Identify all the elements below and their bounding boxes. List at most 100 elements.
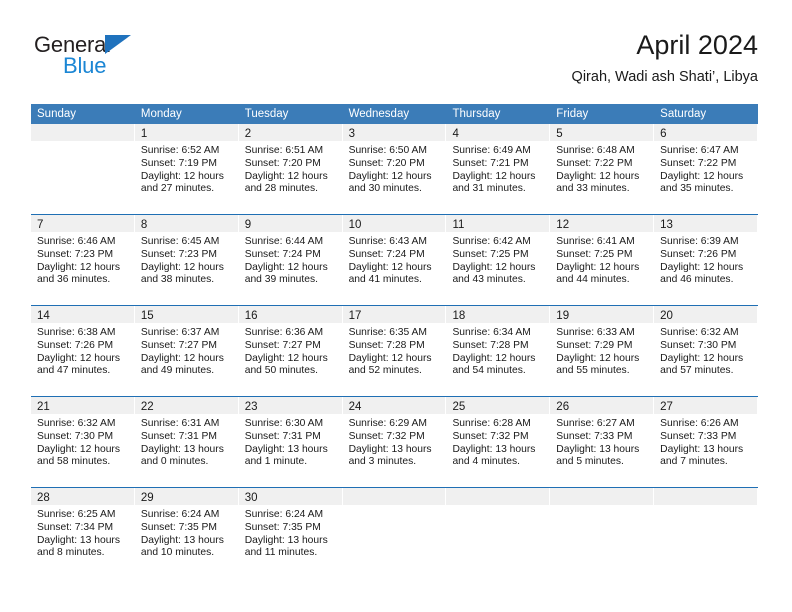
page-subtitle: Qirah, Wadi ash Shati’, Libya xyxy=(571,69,758,85)
day-cell-empty[interactable] xyxy=(31,124,135,214)
page-header: General Blue April 2024 Qirah, Wadi ash … xyxy=(34,28,758,96)
day-number-band: 23 xyxy=(238,397,343,414)
day-number-band xyxy=(550,488,655,505)
day-detail-line: and 4 minutes. xyxy=(452,456,520,468)
day-number: 18 xyxy=(452,310,466,322)
day-detail-line: Sunset: 7:27 PM xyxy=(244,339,321,351)
day-detail-line: and 36 minutes. xyxy=(37,274,111,286)
day-number-band: 18 xyxy=(446,306,551,323)
day-detail-line: Sunset: 7:26 PM xyxy=(660,248,737,260)
day-detail-line: Sunrise: 6:52 AM xyxy=(140,145,220,156)
day-cell-19[interactable]: 19 Sunrise: 6:33 AM Sunset: 7:29 PM Dayligh… xyxy=(550,306,655,396)
day-detail-line: and 57 minutes. xyxy=(660,365,734,377)
day-detail-line: Sunset: 7:33 PM xyxy=(556,430,633,442)
day-detail-line: and 0 minutes. xyxy=(140,456,209,468)
day-number-band: 3 xyxy=(342,124,447,141)
day-detail-line: Sunset: 7:20 PM xyxy=(244,157,321,169)
day-number-band: 12 xyxy=(550,215,655,232)
day-detail-line: Sunset: 7:31 PM xyxy=(140,430,217,442)
day-cell-29[interactable]: 29 Sunrise: 6:24 AM Sunset: 7:35 PM Dayligh… xyxy=(134,488,239,578)
day-cell-empty[interactable] xyxy=(654,488,759,578)
day-cell-empty[interactable] xyxy=(342,488,447,578)
day-cell-22[interactable]: 22 Sunrise: 6:31 AM Sunset: 7:31 PM Dayligh… xyxy=(134,397,239,487)
day-details: Sunrise: 6:47 AM Sunset: 7:22 PM Daylight:… xyxy=(654,141,758,196)
day-detail-line: and 1 minute. xyxy=(244,456,308,468)
day-cell-23[interactable]: 23 Sunrise: 6:30 AM Sunset: 7:31 PM Dayligh… xyxy=(238,397,343,487)
day-detail-line: Daylight: 12 hours xyxy=(452,170,536,182)
day-cell-13[interactable]: 13 Sunrise: 6:39 AM Sunset: 7:26 PM Dayligh… xyxy=(654,215,759,305)
day-detail-line: Daylight: 12 hours xyxy=(452,261,536,273)
weekday-header-saturday: Saturday xyxy=(660,108,707,120)
day-cell-11[interactable]: 11 Sunrise: 6:42 AM Sunset: 7:25 PM Dayligh… xyxy=(446,215,551,305)
day-detail-line: Sunset: 7:23 PM xyxy=(37,248,114,260)
title-block: April 2024 Qirah, Wadi ash Shati’, Libya xyxy=(572,28,758,88)
day-cell-24[interactable]: 24 Sunrise: 6:29 AM Sunset: 7:32 PM Dayligh… xyxy=(342,397,447,487)
logo-triangle-icon xyxy=(105,35,131,54)
day-cell-empty[interactable] xyxy=(446,488,551,578)
day-cell-15[interactable]: 15 Sunrise: 6:37 AM Sunset: 7:27 PM Dayligh… xyxy=(134,306,239,396)
day-cell-8[interactable]: 8 Sunrise: 6:45 AM Sunset: 7:23 PM Daylight… xyxy=(134,215,239,305)
day-cell-16[interactable]: 16 Sunrise: 6:36 AM Sunset: 7:27 PM Dayligh… xyxy=(238,306,343,396)
day-cell-30[interactable]: 30 Sunrise: 6:24 AM Sunset: 7:35 PM Dayligh… xyxy=(238,488,343,578)
day-cell-17[interactable]: 17 Sunrise: 6:35 AM Sunset: 7:28 PM Dayligh… xyxy=(342,306,447,396)
day-number-band: 30 xyxy=(238,488,343,505)
day-cell-2[interactable]: 2 Sunrise: 6:51 AM Sunset: 7:20 PM Daylight… xyxy=(238,124,343,214)
day-number-band xyxy=(31,124,135,141)
day-number: 20 xyxy=(660,310,673,322)
day-detail-line: Sunset: 7:34 PM xyxy=(37,521,114,533)
day-detail-line: Sunset: 7:23 PM xyxy=(140,248,217,260)
day-details: Sunrise: 6:49 AM Sunset: 7:21 PM Daylight:… xyxy=(446,141,550,196)
day-cell-10[interactable]: 10 Sunrise: 6:43 AM Sunset: 7:24 PM Dayligh… xyxy=(342,215,447,305)
day-detail-line: Sunset: 7:19 PM xyxy=(140,157,217,169)
day-detail-line: Daylight: 12 hours xyxy=(660,352,744,364)
day-detail-line: Sunrise: 6:28 AM xyxy=(452,418,531,429)
day-detail-line: and 39 minutes. xyxy=(244,274,318,286)
day-detail-line: Sunset: 7:24 PM xyxy=(244,248,321,260)
day-number-band: 10 xyxy=(342,215,447,232)
day-number-band: 25 xyxy=(446,397,551,414)
day-cell-empty[interactable] xyxy=(550,488,655,578)
day-cell-25[interactable]: 25 Sunrise: 6:28 AM Sunset: 7:32 PM Dayligh… xyxy=(446,397,551,487)
day-cell-21[interactable]: 21 Sunrise: 6:32 AM Sunset: 7:30 PM Dayligh… xyxy=(31,397,135,487)
day-detail-line: Sunrise: 6:31 AM xyxy=(140,418,220,429)
day-cell-1[interactable]: 1 Sunrise: 6:52 AM Sunset: 7:19 PM Daylight… xyxy=(134,124,239,214)
day-detail-line: and 54 minutes. xyxy=(452,365,526,377)
calendar-week-row: 21 Sunrise: 6:32 AM Sunset: 7:30 PM Dayligh… xyxy=(31,396,759,487)
day-cell-26[interactable]: 26 Sunrise: 6:27 AM Sunset: 7:33 PM Dayligh… xyxy=(550,397,655,487)
day-details: Sunrise: 6:42 AM Sunset: 7:25 PM Daylight:… xyxy=(446,232,550,287)
day-number-band: 15 xyxy=(134,306,239,323)
day-cell-18[interactable]: 18 Sunrise: 6:34 AM Sunset: 7:28 PM Dayligh… xyxy=(446,306,551,396)
day-cell-27[interactable]: 27 Sunrise: 6:26 AM Sunset: 7:33 PM Dayligh… xyxy=(654,397,759,487)
day-cell-6[interactable]: 6 Sunrise: 6:47 AM Sunset: 7:22 PM Daylight… xyxy=(654,124,759,214)
weekday-header-wednesday: Wednesday xyxy=(348,108,410,120)
day-number-band: 1 xyxy=(134,124,239,141)
day-number-band: 2 xyxy=(238,124,343,141)
day-cell-12[interactable]: 12 Sunrise: 6:41 AM Sunset: 7:25 PM Dayligh… xyxy=(550,215,655,305)
day-cell-3[interactable]: 3 Sunrise: 6:50 AM Sunset: 7:20 PM Daylight… xyxy=(342,124,447,214)
day-number-band xyxy=(342,488,447,505)
day-detail-line: Sunset: 7:32 PM xyxy=(452,430,529,442)
day-details: Sunrise: 6:33 AM Sunset: 7:29 PM Daylight:… xyxy=(550,323,654,378)
calendar-week-row: 7 Sunrise: 6:46 AM Sunset: 7:23 PM Daylight… xyxy=(31,214,759,305)
day-detail-line: Daylight: 13 hours xyxy=(140,534,224,546)
day-cell-5[interactable]: 5 Sunrise: 6:48 AM Sunset: 7:22 PM Daylight… xyxy=(550,124,655,214)
day-cell-28[interactable]: 28 Sunrise: 6:25 AM Sunset: 7:34 PM Dayligh… xyxy=(31,488,135,578)
day-cell-14[interactable]: 14 Sunrise: 6:38 AM Sunset: 7:26 PM Dayligh… xyxy=(31,306,135,396)
day-detail-line: and 44 minutes. xyxy=(556,274,630,286)
day-detail-line: and 46 minutes. xyxy=(660,274,734,286)
day-details: Sunrise: 6:35 AM Sunset: 7:28 PM Daylight:… xyxy=(343,323,447,378)
day-detail-line: and 11 minutes. xyxy=(244,547,318,559)
day-number: 8 xyxy=(140,219,148,231)
day-cell-9[interactable]: 9 Sunrise: 6:44 AM Sunset: 7:24 PM Daylight… xyxy=(238,215,343,305)
day-detail-line: Sunrise: 6:48 AM xyxy=(556,145,635,156)
day-details: Sunrise: 6:24 AM Sunset: 7:35 PM Daylight:… xyxy=(239,505,343,560)
day-number-band: 28 xyxy=(31,488,135,505)
day-detail-line: Sunrise: 6:25 AM xyxy=(37,509,116,520)
day-number-band: 24 xyxy=(342,397,447,414)
day-details: Sunrise: 6:46 AM Sunset: 7:23 PM Daylight:… xyxy=(31,232,135,287)
day-cell-20[interactable]: 20 Sunrise: 6:32 AM Sunset: 7:30 PM Dayligh… xyxy=(654,306,759,396)
day-cell-4[interactable]: 4 Sunrise: 6:49 AM Sunset: 7:21 PM Daylight… xyxy=(446,124,551,214)
day-cell-7[interactable]: 7 Sunrise: 6:46 AM Sunset: 7:23 PM Daylight… xyxy=(31,215,135,305)
day-detail-line: and 27 minutes. xyxy=(140,183,215,195)
weekday-header-thursday: Thursday xyxy=(452,108,501,120)
